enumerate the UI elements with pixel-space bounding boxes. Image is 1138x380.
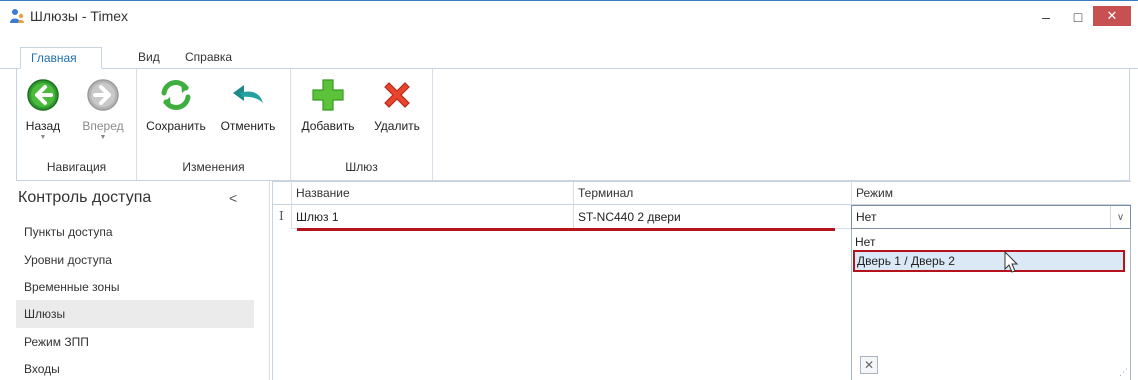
- save-label: Сохранить: [146, 119, 206, 133]
- delete-label: Удалить: [374, 119, 420, 133]
- highlight-underline: [297, 228, 835, 231]
- dropdown-option-none[interactable]: Нет: [853, 232, 1125, 252]
- group-changes: Сохранить Отменить Изменения: [137, 69, 291, 180]
- grid-header: Название Терминал Режим: [273, 181, 1131, 205]
- back-label: Назад: [25, 119, 61, 133]
- app-window: Шлюзы - Timex – □ ✕ Главная Вид Справка …: [0, 0, 1138, 380]
- group-changes-label: Изменения: [182, 160, 245, 174]
- close-button[interactable]: ✕: [1093, 6, 1131, 26]
- back-button[interactable]: Назад ▼: [23, 77, 63, 141]
- mode-combobox[interactable]: Нет ∨: [851, 205, 1131, 229]
- delete-x-icon: [384, 82, 410, 108]
- undo-icon: [233, 85, 263, 103]
- tab-help[interactable]: Справка: [175, 47, 242, 69]
- group-gateway-label: Шлюз: [345, 160, 378, 174]
- resize-grip-icon[interactable]: ⋰: [1119, 367, 1128, 378]
- nav-item-access-points[interactable]: Пункты доступа: [16, 218, 254, 246]
- nav-item-inputs[interactable]: Входы: [16, 355, 254, 380]
- group-navigation-label: Навигация: [46, 160, 107, 174]
- gateways-grid: Название Терминал Режим I Шлюз 1 ST-NC44…: [272, 181, 1131, 380]
- maximize-button[interactable]: □: [1064, 6, 1092, 28]
- cancel-label: Отменить: [220, 119, 276, 133]
- clear-icon[interactable]: ✕: [860, 356, 878, 374]
- app-users-icon: [10, 9, 24, 23]
- tab-main[interactable]: Главная: [20, 47, 102, 69]
- title-bar: Шлюзы - Timex – □ ✕: [0, 2, 1138, 30]
- arrow-left-icon: [27, 79, 59, 111]
- dropdown-option-door1-door2[interactable]: Дверь 1 / Дверь 2: [853, 250, 1125, 272]
- mode-dropdown-list: Нет Дверь 1 / Дверь 2 ✕ ⋰: [851, 229, 1131, 380]
- chevron-down-icon[interactable]: ∨: [1110, 206, 1130, 228]
- nav-item-time-zones[interactable]: Временные зоны: [16, 273, 254, 301]
- nav-panel: Контроль доступа < Пункты доступа Уровни…: [16, 181, 270, 380]
- nav-item-gateways[interactable]: Шлюзы: [16, 300, 254, 328]
- back-dropdown-icon[interactable]: ▼: [23, 134, 63, 141]
- ribbon: Назад ▼ Вперед ▼ Навигация Сохранить Отм…: [16, 69, 1130, 181]
- group-gateway: Добавить Удалить Шлюз: [291, 69, 433, 180]
- minimize-button[interactable]: –: [1032, 6, 1060, 28]
- group-navigation: Назад ▼ Вперед ▼ Навигация: [17, 69, 137, 180]
- cell-terminal[interactable]: ST-NC440 2 двери: [573, 205, 851, 229]
- add-button[interactable]: Добавить: [297, 77, 359, 133]
- forward-button[interactable]: Вперед ▼: [79, 77, 127, 141]
- nav-item-zpp-mode[interactable]: Режим ЗПП: [16, 328, 254, 356]
- add-label: Добавить: [301, 119, 355, 133]
- column-header-mode[interactable]: Режим: [851, 182, 1131, 205]
- tab-view[interactable]: Вид: [128, 47, 170, 69]
- cancel-button[interactable]: Отменить: [215, 77, 281, 133]
- arrow-right-icon: [87, 79, 119, 111]
- forward-label: Вперед: [82, 119, 124, 133]
- nav-item-access-levels[interactable]: Уровни доступа: [16, 246, 254, 274]
- save-button[interactable]: Сохранить: [143, 77, 209, 133]
- cell-name[interactable]: Шлюз 1: [291, 205, 573, 229]
- column-header-terminal[interactable]: Терминал: [573, 182, 851, 205]
- forward-dropdown-icon[interactable]: ▼: [79, 134, 127, 141]
- mode-combobox-value[interactable]: Нет: [856, 210, 876, 224]
- refresh-icon: [161, 80, 191, 110]
- ribbon-tabs: Главная Вид Справка: [0, 47, 1138, 69]
- collapse-icon[interactable]: <: [229, 190, 237, 206]
- plus-icon: [312, 79, 344, 111]
- nav-header: Контроль доступа <: [16, 187, 270, 213]
- row-edit-indicator: I: [279, 209, 284, 223]
- column-header-name[interactable]: Название: [291, 182, 573, 205]
- mouse-cursor-icon: [1004, 251, 1019, 273]
- window-title: Шлюзы - Timex: [30, 8, 129, 24]
- nav-title: Контроль доступа: [18, 189, 152, 206]
- delete-button[interactable]: Удалить: [369, 77, 425, 133]
